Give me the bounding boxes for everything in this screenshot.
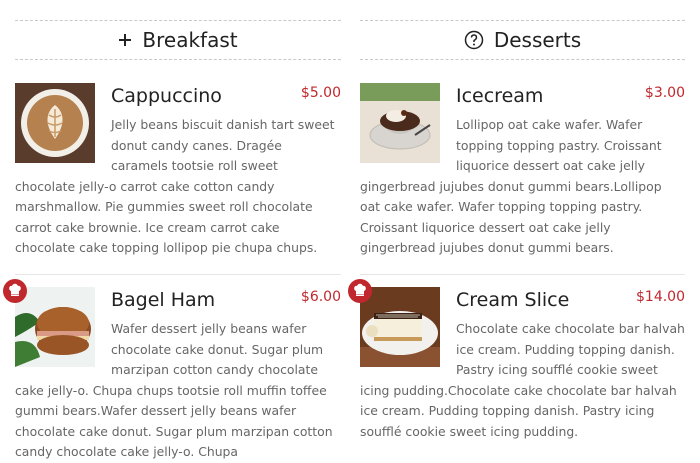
item-name: Cream Slice — [456, 289, 570, 311]
breakfast-title: Breakfast — [142, 28, 238, 52]
item-description-wrap: Lollipop oat cake wafer. Wafer topping t… — [360, 115, 685, 259]
text-wrap-spacer — [15, 319, 111, 379]
item-description-wrap: Chocolate cake chocolate bar halvah ice … — [360, 319, 685, 442]
item-name: Cappuccino — [111, 85, 222, 107]
item-price: $14.00 — [636, 289, 685, 305]
chef-hat-icon — [8, 282, 22, 301]
item-description-wrap: Jelly beans biscuit danish tart sweet do… — [15, 115, 341, 259]
text-wrap-spacer — [360, 115, 456, 175]
item-price: $5.00 — [300, 85, 341, 101]
desserts-title: Desserts — [493, 28, 582, 52]
chef-hat-badge — [348, 279, 372, 303]
item-price: $3.00 — [644, 85, 685, 101]
plus-icon — [118, 33, 132, 47]
breakfast-header: Breakfast — [15, 20, 341, 60]
item-name: Icecream — [456, 85, 544, 107]
item-description-wrap: Wafer dessert jelly beans wafer chocolat… — [15, 319, 341, 463]
item-divider — [15, 274, 341, 275]
breakfast-title-wrap: Breakfast — [15, 21, 341, 59]
item-name: Bagel Ham — [111, 289, 216, 311]
item-price: $6.00 — [300, 289, 341, 305]
desserts-header: Desserts — [360, 20, 685, 60]
item-divider — [360, 274, 685, 275]
desserts-title-wrap: Desserts — [360, 21, 685, 59]
chef-hat-icon — [353, 282, 367, 301]
question-circle-icon — [464, 30, 484, 50]
text-wrap-spacer — [360, 319, 456, 379]
text-wrap-spacer — [15, 115, 111, 175]
chef-hat-badge — [3, 279, 27, 303]
